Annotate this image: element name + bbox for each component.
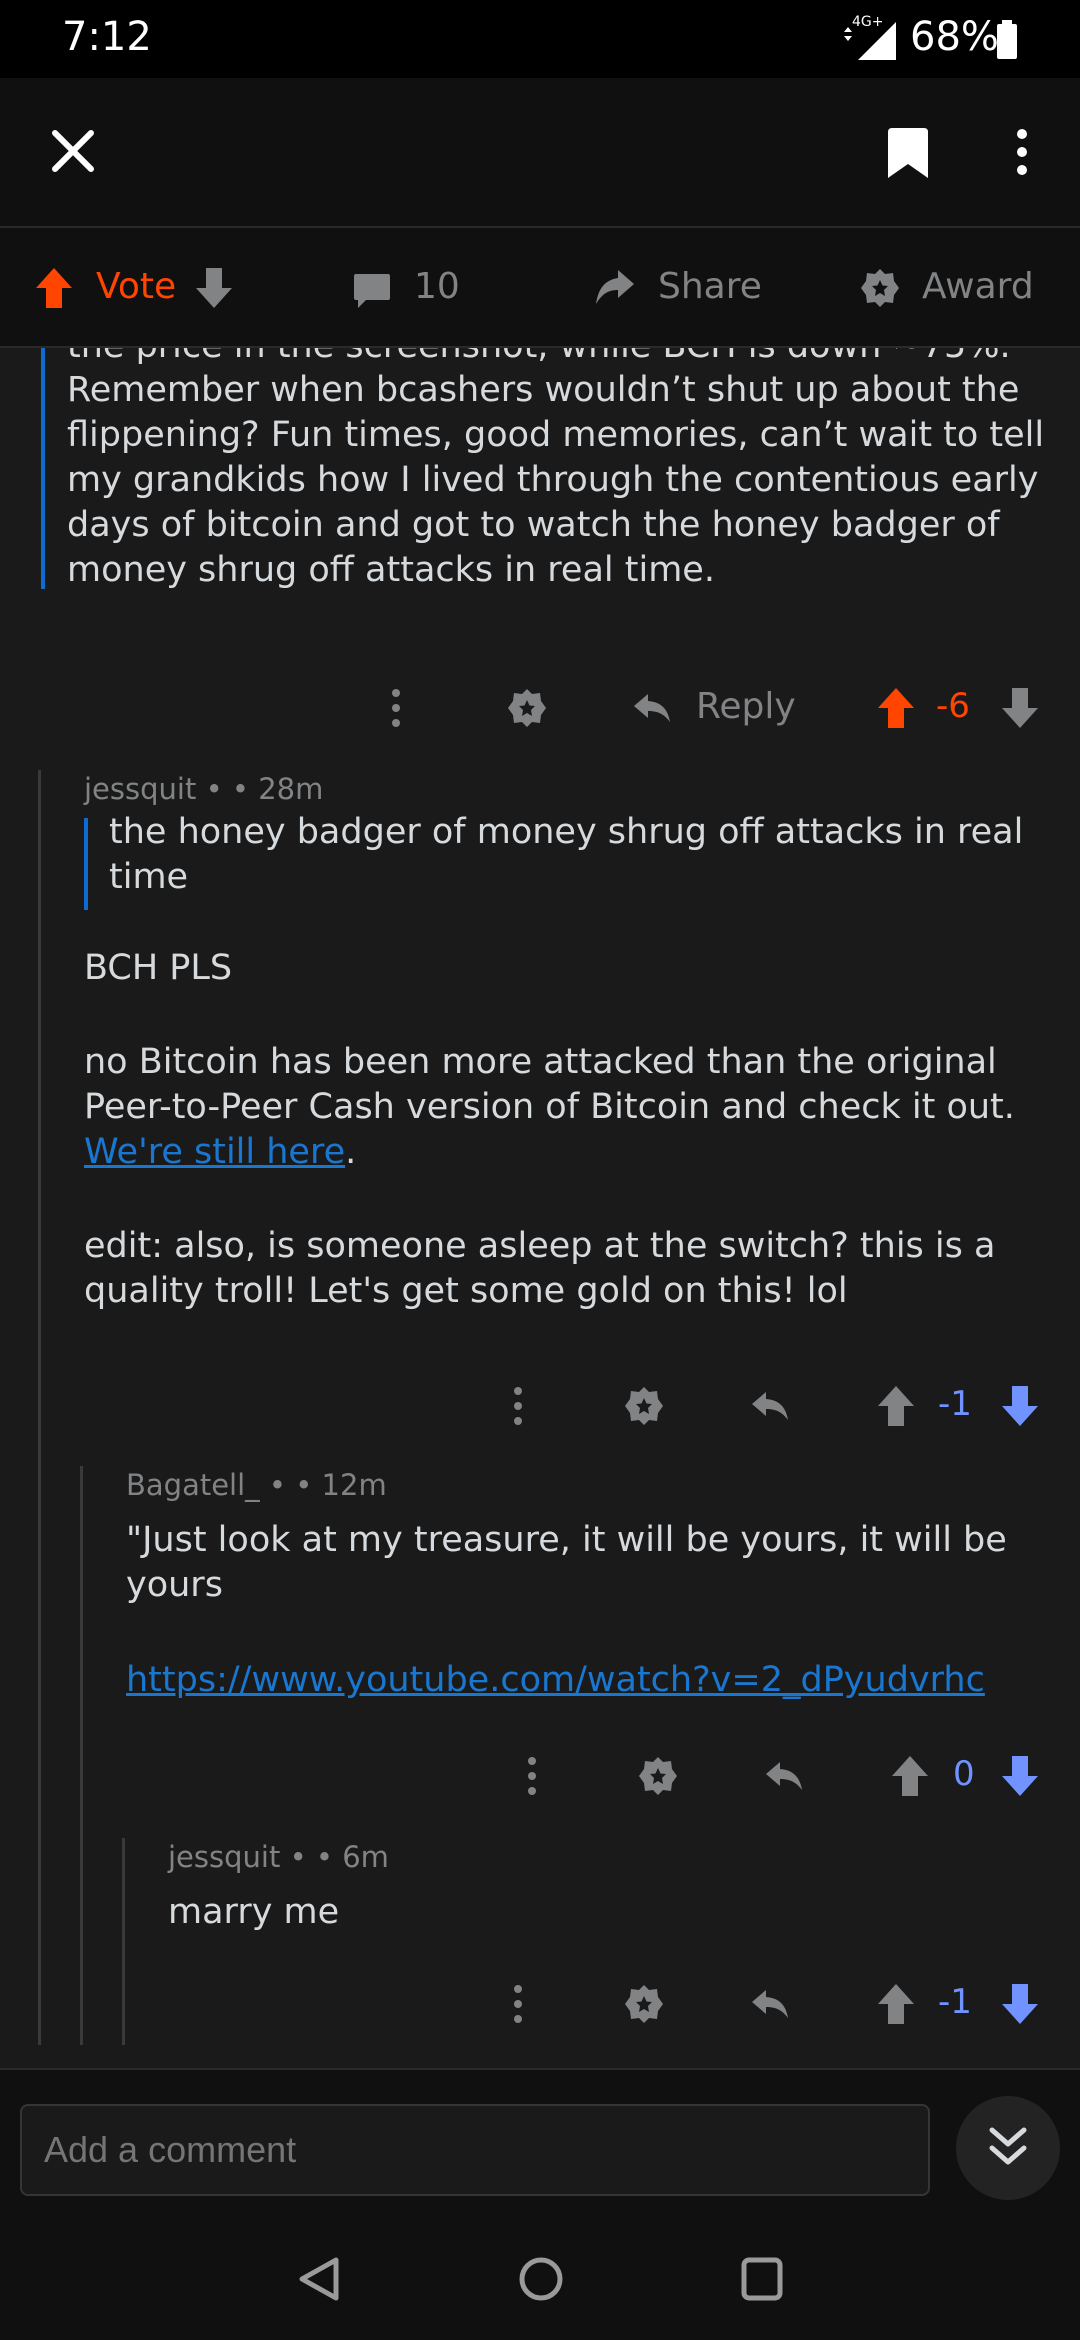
more-vertical-icon[interactable] xyxy=(508,1386,528,1426)
comment-count: 10 xyxy=(414,266,460,307)
share-arrow-icon xyxy=(594,266,636,310)
battery-icon xyxy=(996,20,1018,60)
comment-line: quality troll! Let's get some gold on th… xyxy=(84,1271,848,1311)
comment-time: • 12m xyxy=(295,1468,387,1502)
still-here-link[interactable]: We're still here xyxy=(84,1132,345,1172)
comment: Bagatell_ • • 12m "Just look at my treas… xyxy=(126,1468,1066,1718)
parent-comment-line: days of bitcoin and got to watch the hon… xyxy=(67,505,1000,545)
comment-actions: 0 xyxy=(0,1740,1080,1812)
comment-line: edit: also, is someone asleep at the swi… xyxy=(84,1226,996,1266)
post-action-bar: Vote 10 Share Award xyxy=(0,228,1080,348)
reply-arrow-icon[interactable] xyxy=(764,1756,804,1796)
comment-score: 0 xyxy=(953,1754,975,1794)
battery-percent: 68% xyxy=(910,14,999,60)
collapse-button[interactable] xyxy=(956,2096,1060,2200)
upvote-arrow-icon[interactable] xyxy=(890,1754,930,1798)
parent-comment-line: money shrug off attacks in real time. xyxy=(67,550,715,590)
comment-time: • 28m xyxy=(231,772,324,806)
network-type: 4G+ xyxy=(852,14,884,30)
reply-button[interactable]: Reply xyxy=(632,680,802,736)
reply-arrow-icon xyxy=(632,688,672,728)
reply-arrow-icon[interactable] xyxy=(750,1386,790,1426)
share-button[interactable]: Share xyxy=(594,262,774,318)
comment-score: -1 xyxy=(938,1384,972,1424)
parent-comment-line: Remember when bcashers wouldn’t shut up … xyxy=(67,370,1020,410)
comment-actions: -1 xyxy=(0,1968,1080,2040)
award-label: Award xyxy=(922,266,1034,307)
add-comment-input[interactable] xyxy=(20,2104,930,2196)
parent-comment-line: flippening? Fun times, good memories, ca… xyxy=(67,415,1045,455)
downvote-arrow-icon[interactable] xyxy=(1000,686,1040,730)
award-icon[interactable] xyxy=(505,686,549,730)
award-icon[interactable] xyxy=(622,1982,666,2026)
parent-comment-line: my grandkids how I lived through the con… xyxy=(67,460,1039,500)
parent-quote-bar xyxy=(41,336,45,589)
comment-meta: Bagatell_ • • 12m xyxy=(126,1468,387,1502)
upvote-arrow-icon[interactable] xyxy=(876,1384,916,1428)
comments-button[interactable]: 10 xyxy=(352,262,472,318)
upvote-arrow-icon[interactable] xyxy=(34,266,74,310)
vote-group: Vote xyxy=(34,262,244,318)
more-vertical-icon[interactable] xyxy=(1012,128,1032,176)
separator-dot: • xyxy=(205,772,223,806)
upvote-arrow-icon[interactable] xyxy=(876,1982,916,2026)
comment-author[interactable]: jessquit xyxy=(168,1840,280,1874)
share-label: Share xyxy=(658,266,762,307)
youtube-link-text[interactable]: https://www.youtube.com/watch?v=2_dPyudv… xyxy=(126,1660,985,1700)
quote-bar xyxy=(84,818,88,910)
double-chevron-down-icon xyxy=(988,2126,1028,2170)
comment-text: marry me xyxy=(168,1892,340,1932)
nav-home-icon[interactable] xyxy=(518,2256,564,2302)
parent-score: -6 xyxy=(936,686,970,726)
top-app-bar xyxy=(0,78,1080,228)
comment-actions: -1 xyxy=(0,1370,1080,1442)
comment: jessquit • • 28m the honey badger of mon… xyxy=(84,772,1064,1452)
downvote-arrow-icon[interactable] xyxy=(194,266,234,310)
comment-line: yours xyxy=(126,1565,223,1605)
bookmark-icon[interactable] xyxy=(886,126,930,180)
award-icon xyxy=(858,266,902,310)
comment-time: • 6m xyxy=(315,1840,389,1874)
nav-back-icon[interactable] xyxy=(298,2256,340,2302)
comment-author[interactable]: jessquit xyxy=(84,772,196,806)
separator-dot: • xyxy=(289,1840,307,1874)
downvote-arrow-icon[interactable] xyxy=(1000,1384,1040,1428)
downvote-arrow-icon[interactable] xyxy=(1000,1982,1040,2026)
system-nav-bar xyxy=(0,2216,1080,2340)
comment-meta: jessquit • • 28m xyxy=(84,772,323,806)
reply-arrow-icon[interactable] xyxy=(750,1984,790,2024)
separator-dot: • xyxy=(268,1468,286,1502)
upvote-arrow-icon[interactable] xyxy=(876,686,916,730)
comment-line: Peer-to-Peer Cash version of Bitcoin and… xyxy=(84,1087,1015,1127)
downvote-arrow-icon[interactable] xyxy=(1000,1754,1040,1798)
comment: jessquit • • 6m marry me xyxy=(168,1840,1068,1950)
status-time: 7:12 xyxy=(62,14,152,60)
comment-paragraph: BCH PLS xyxy=(84,948,233,988)
comment-line: no Bitcoin has been more attacked than t… xyxy=(84,1042,997,1082)
status-bar: 7:12 4G+ 68% xyxy=(0,0,1080,78)
add-comment-bar xyxy=(0,2068,1080,2218)
comment-bubble-icon xyxy=(352,270,392,310)
comment-meta: jessquit • • 6m xyxy=(168,1840,389,1874)
more-vertical-icon[interactable] xyxy=(508,1984,528,2024)
award-button[interactable]: Award xyxy=(858,262,1058,318)
more-vertical-icon[interactable] xyxy=(522,1756,542,1796)
quote-line: time xyxy=(109,857,189,897)
close-icon[interactable] xyxy=(50,128,96,174)
comment-line: "Just look at my treasure, it will be yo… xyxy=(126,1520,1007,1560)
parent-comment-actions: Reply -6 xyxy=(0,672,1080,744)
reply-label: Reply xyxy=(696,686,796,727)
link-trailing-period: . xyxy=(345,1132,357,1172)
award-icon[interactable] xyxy=(636,1754,680,1798)
youtube-link[interactable]: https://www.youtube.com/watch?v=2_dPyudv… xyxy=(126,1658,985,1703)
comment-line: We're still here. xyxy=(84,1130,356,1175)
more-vertical-icon[interactable] xyxy=(386,688,406,728)
comment-score: -1 xyxy=(938,1982,972,2022)
vote-label: Vote xyxy=(96,266,177,307)
award-icon[interactable] xyxy=(622,1384,666,1428)
quote-line: the honey badger of money shrug off atta… xyxy=(109,812,1024,852)
nav-recents-icon[interactable] xyxy=(740,2256,784,2302)
comment-author[interactable]: Bagatell_ xyxy=(126,1468,260,1502)
